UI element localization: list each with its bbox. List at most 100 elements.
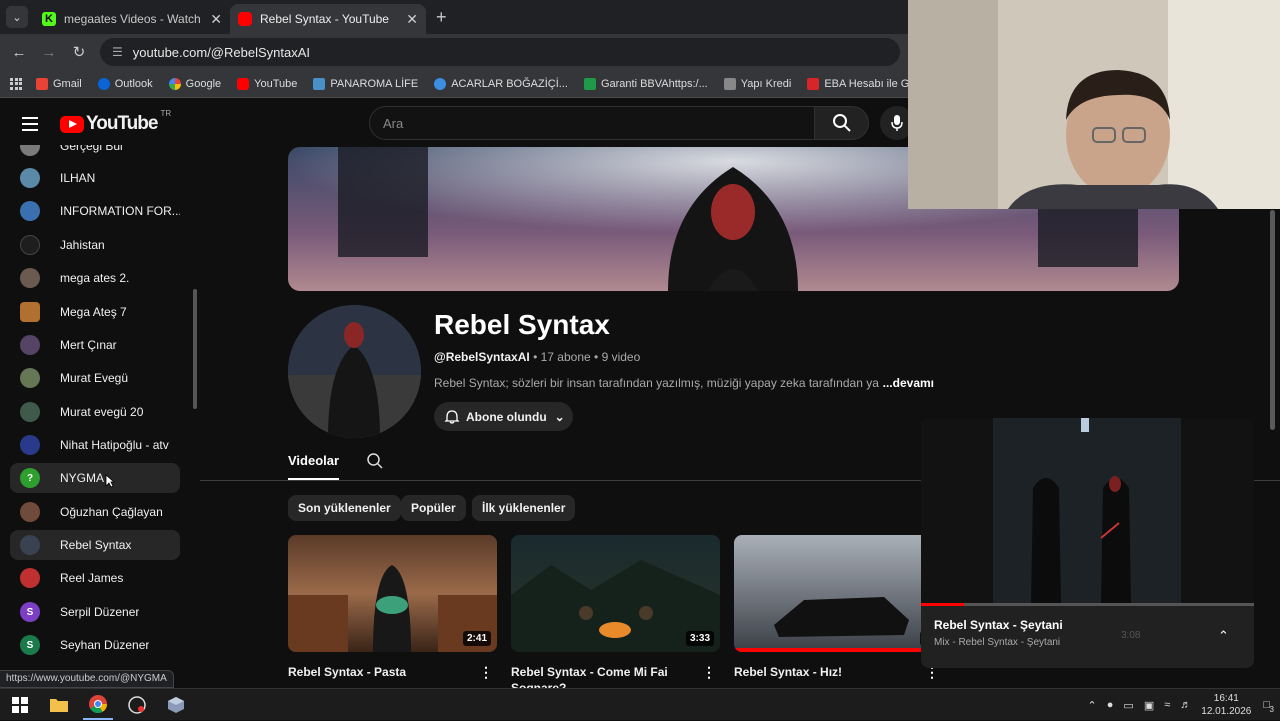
miniplayer[interactable]: Rebel Syntax - Şeytani Mix - Rebel Synta… [921,418,1254,668]
bookmark-panaroma[interactable]: PANAROMA LİFE [313,77,418,90]
sidebar-item-serpil-duzener[interactable]: S Serpil Düzener [10,597,180,627]
miniplayer-ghost-duration: 3:08 [1121,630,1141,641]
sidebar-item-nihat-hatipoglu[interactable]: Nihat Hatipoğlu - atv [10,430,180,460]
microphone-icon[interactable]: ● [1107,699,1114,711]
forward-arrow-icon[interactable]: → [34,44,64,61]
windows-start-icon[interactable] [5,690,35,720]
channel-avatar [20,235,40,255]
address-bar[interactable]: ☰ youtube.com/@RebelSyntaxAI [100,38,900,66]
yapi-kredi-icon [723,77,736,90]
channel-avatar [20,145,40,156]
search-button[interactable] [815,106,869,140]
miniplayer-video[interactable] [921,418,1254,604]
chevron-up-icon[interactable]: ⌃ [1218,628,1229,644]
youtube-favicon-icon [238,12,252,26]
channel-avatar-large[interactable] [288,305,421,438]
channel-meta: @RebelSyntaxAI • 17 abone • 9 video [434,350,641,364]
search-input[interactable]: Ara [369,106,815,140]
clock-date: 12.01.2026 [1201,706,1252,717]
bookmark-garanti[interactable]: Garanti BBVAhttps:/... [583,77,708,90]
video-thumbnail[interactable]: 3:33 [511,535,720,652]
video-card[interactable]: 2: Rebel Syntax - Hız! ⋮ [734,535,943,680]
subscriber-count: 17 abone [540,350,591,364]
close-tab-icon[interactable]: ✕ [406,11,418,28]
notification-icon[interactable]: □ 3 [1263,699,1274,714]
tab-videos[interactable]: Videolar [288,453,340,480]
sidebar-item-seyhan-duzener[interactable]: S Seyhan Düzener [10,630,180,660]
chrome-icon[interactable] [83,690,113,720]
eba-icon [807,77,820,90]
back-arrow-icon[interactable]: ← [4,44,34,61]
close-tab-icon[interactable]: ✕ [210,11,222,28]
sidebar-item-mert-cinar[interactable]: Mert Çınar [10,330,180,360]
tab-search-icon[interactable]: ⌄ [6,6,28,28]
webcam-feed [908,0,1280,209]
video-title[interactable]: Rebel Syntax - Come Mi Fai Sognare? [511,664,701,688]
bookmark-outlook[interactable]: Outlook [97,77,153,90]
subscribed-button[interactable]: Abone olundu ⌄ [434,402,573,431]
chip-latest[interactable]: Son yüklenenler [288,495,401,521]
sidebar-item-murat-evegu[interactable]: Murat Evegü [10,363,180,393]
outlook-icon [97,77,110,90]
page-scrollbar[interactable] [1270,210,1275,430]
sidebar-item-nygma[interactable]: ? NYGMA [10,463,180,493]
volume-icon[interactable]: ♬ [1180,699,1191,711]
channel-avatar [20,502,40,522]
browser-tab-megaates[interactable]: K megaates Videos - Watch On-D ✕ [34,4,230,34]
kick-favicon-icon: K [42,12,56,26]
chevron-up-icon[interactable]: ⌃ [1088,699,1097,712]
video-title[interactable]: Rebel Syntax - Hız! [734,664,924,680]
more-link[interactable]: ...devamı [878,376,934,390]
sidebar-item-murat-evegu-20[interactable]: Murat evegü 20 [10,397,180,427]
site-info-icon[interactable]: ☰ [112,45,123,59]
apps-grid-icon[interactable] [10,77,22,90]
channel-avatar [20,268,40,288]
bookmark-acarlar[interactable]: ACARLAR BOĞAZİÇİ... [434,77,568,90]
browser-tab-rebel-syntax[interactable]: Rebel Syntax - YouTube ✕ [230,4,426,34]
youtube-logo[interactable]: YouTube TR [60,109,171,135]
video-card[interactable]: 2:41 Rebel Syntax - Pasta ⋮ [288,535,497,680]
channel-avatar [20,302,40,322]
video-card[interactable]: 3:33 Rebel Syntax - Come Mi Fai Sognare?… [511,535,720,688]
recorder-icon[interactable] [122,690,152,720]
tab-title: megaates Videos - Watch On-D [64,12,204,26]
video-thumbnail[interactable]: 2:41 [288,535,497,652]
video-thumbnail[interactable]: 2: [734,535,943,652]
sidebar-item-information-for[interactable]: INFORMATION FOR... [10,196,180,226]
chip-popular[interactable]: Popüler [401,495,466,521]
bookmark-yapi-kredi[interactable]: Yapı Kredi [723,77,791,90]
sidebar-item-ilhan[interactable]: ILHAN [10,163,180,193]
menu-icon[interactable] [22,117,38,131]
bookmark-youtube[interactable]: YouTube [237,77,297,90]
sidebar-scrollbar[interactable] [193,289,197,409]
channel-description[interactable]: Rebel Syntax; sözleri bir insan tarafınd… [434,376,934,390]
battery-icon[interactable]: ▭ [1123,699,1133,712]
video-title[interactable]: Rebel Syntax - Pasta [288,664,478,680]
sidebar-item-mega-ates-7[interactable]: Mega Ateş 7 [10,297,180,327]
thumbnail-image [734,597,943,652]
video-count: 9 video [601,350,641,364]
sidebar-item-gercegi-bul[interactable]: Gerçeği Bul [10,145,180,161]
reload-icon[interactable]: ↻ [64,43,94,61]
miniplayer-progress[interactable] [921,603,1254,606]
sidebar-item-jahistan[interactable]: Jahistan [10,230,180,260]
file-explorer-icon[interactable] [44,690,74,720]
sidebar-item-rebel-syntax[interactable]: Rebel Syntax [10,530,180,560]
network-icon[interactable]: ▣ [1144,699,1154,712]
chip-oldest[interactable]: İlk yüklenenler [472,495,576,521]
wifi-icon[interactable]: ≈ [1164,699,1170,711]
youtube-icon [237,77,250,90]
app-cube-icon[interactable] [161,690,191,720]
more-actions-icon[interactable]: ⋮ [479,664,493,681]
new-tab-button[interactable]: + [436,7,447,28]
channel-avatar [20,435,40,455]
sidebar-item-oguzhan-caglayan[interactable]: Oğuzhan Çağlayan [10,497,180,527]
bookmark-gmail[interactable]: Gmail [36,77,82,90]
clock[interactable]: 16:41 12.01.2026 [1201,692,1251,718]
bookmark-google[interactable]: Google [168,77,221,90]
more-actions-icon[interactable]: ⋮ [702,664,716,681]
channel-avatar [20,402,40,422]
channel-search-icon[interactable] [366,452,384,475]
sidebar-item-mega-ates-2[interactable]: mega ates 2. [10,263,180,293]
sidebar-item-reel-james[interactable]: Reel James [10,563,180,593]
